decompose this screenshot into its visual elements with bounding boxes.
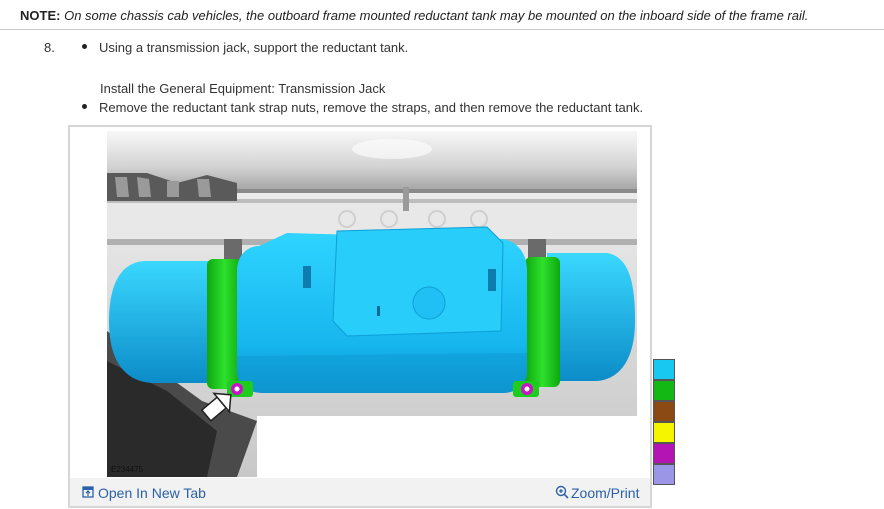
legend-swatch [653,401,675,422]
legend-swatch [653,464,675,485]
zoom-print-label: Zoom/Print [571,485,640,501]
legend-swatch [653,422,675,443]
zoom-in-icon [555,485,569,502]
step-bullet-1: Using a transmission jack, support the r… [82,40,408,55]
bullet-dot-icon [82,104,87,110]
step-bullet-1-text: Using a transmission jack, support the r… [99,40,409,55]
step-number: 8. [44,40,55,55]
zoom-print-link[interactable]: Zoom/Print [555,485,639,503]
open-new-tab-icon [82,485,94,501]
legend-swatch [653,443,675,464]
step-bullet-2: Remove the reductant tank strap nuts, re… [82,100,643,115]
color-legend [653,359,675,485]
legend-swatch [653,380,675,401]
legend-swatch [653,359,675,380]
open-in-new-tab-label: Open In New Tab [98,485,206,501]
bullet-dot-icon [82,44,87,50]
reductant-tank-illustration[interactable]: E234475 [107,131,637,477]
note-text: NOTE: On some chassis cab vehicles, the … [20,8,808,23]
note-bar: NOTE: On some chassis cab vehicles, the … [0,0,884,30]
step-bullet-2-text: Remove the reductant tank strap nuts, re… [99,100,644,115]
figure-image-id: E234475 [111,465,144,474]
equipment-line: Install the General Equipment: Transmiss… [100,81,386,96]
note-body: On some chassis cab vehicles, the outboa… [64,8,809,23]
open-in-new-tab-link[interactable]: Open In New Tab [82,485,206,502]
note-label: NOTE: [20,8,61,23]
